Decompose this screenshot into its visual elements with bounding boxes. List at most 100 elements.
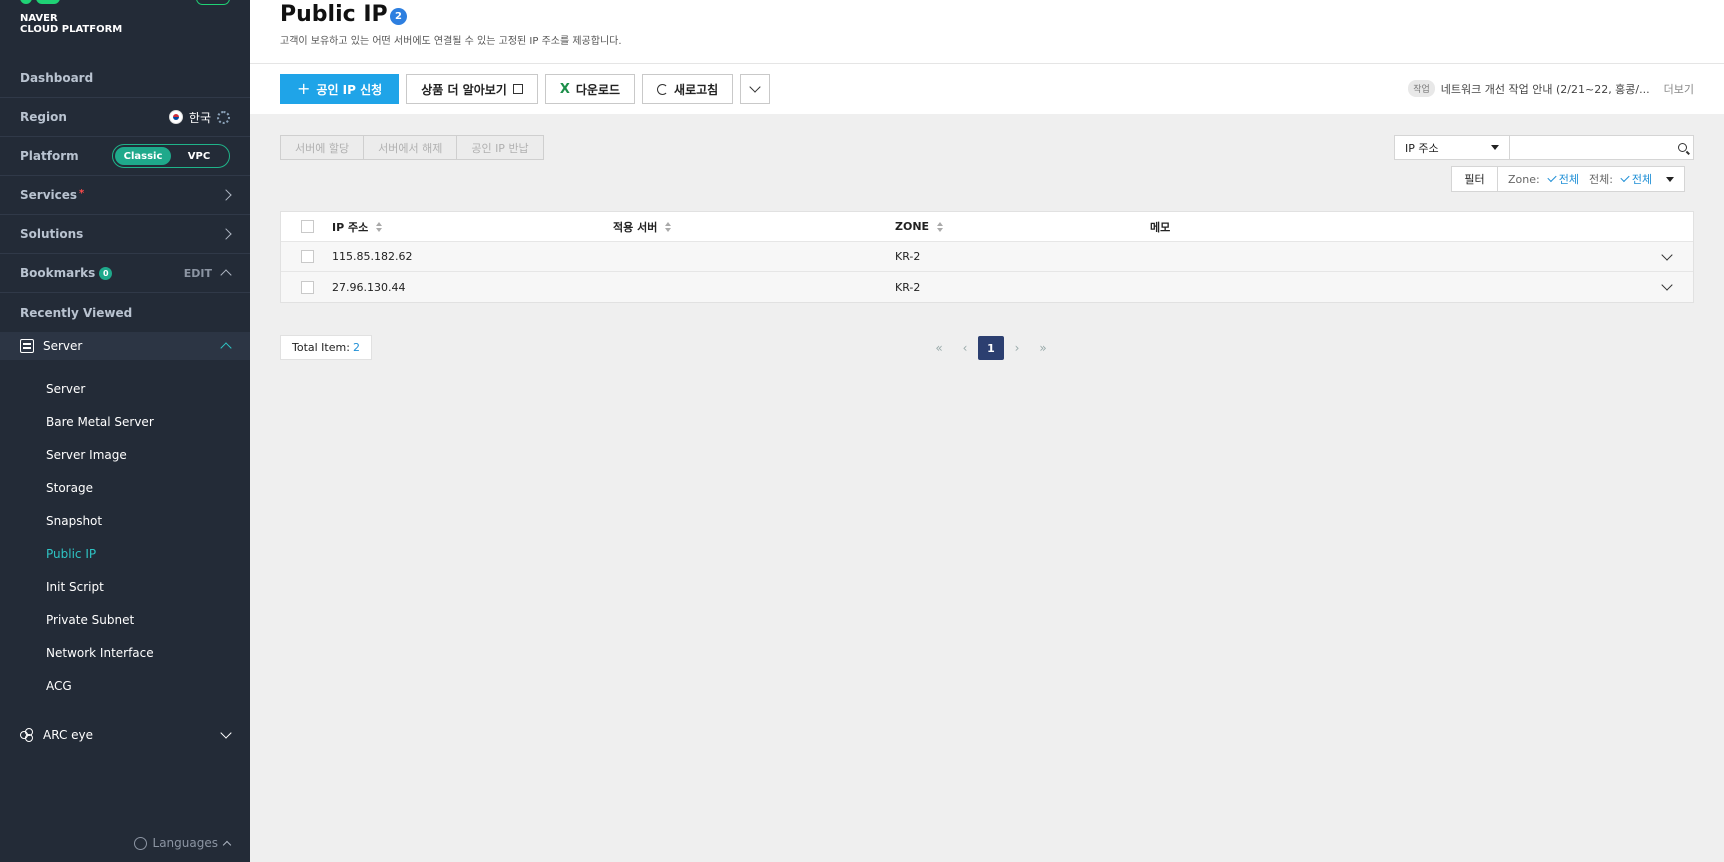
sidebar-item-private-subnet[interactable]: Private Subnet [46, 613, 134, 627]
nav-bookmarks-label: Bookmarks [20, 266, 96, 280]
public-ip-table: IP 주소 적용 서버 ZONE 메모 115.85.182.62 KR-2 2… [280, 211, 1694, 303]
prev-page-icon[interactable]: ‹ [952, 336, 978, 360]
notice-text[interactable]: 네트워크 개선 작업 안내 (2/21~22, 홍콩/... [1441, 81, 1650, 97]
plus-icon: + [297, 79, 311, 98]
logo-line-1: NAVER [20, 13, 58, 24]
page-description: 고객이 보유하고 있는 어떤 서버에도 연결될 수 있는 고정된 IP 주소를 … [280, 36, 622, 47]
chevron-up-icon[interactable] [220, 269, 232, 281]
header-divider [250, 63, 1724, 64]
notice-more-link[interactable]: 더보기 [1664, 81, 1694, 97]
chevron-down-icon [220, 727, 232, 739]
sidebar: NAVER CLOUD PLATFORM Dashboard Region 한국… [0, 0, 250, 862]
refresh-label: 새로고침 [674, 82, 719, 97]
nav-server-group-label: Server [43, 339, 83, 353]
gear-icon[interactable] [217, 110, 230, 124]
nav-services[interactable]: Services * [0, 176, 250, 215]
search-icon[interactable] [1671, 136, 1693, 159]
filter-bar: 필터 Zone: 전체 전체: 전체 [1451, 166, 1686, 192]
zone-filter-label: Zone: [1508, 172, 1540, 186]
filter-button[interactable]: 필터 [1452, 167, 1498, 191]
nav-arc-eye[interactable]: ARC eye [0, 720, 250, 750]
logo-badge-icon [196, 0, 230, 5]
release-from-server-button[interactable]: 서버에서 해제 [363, 135, 458, 160]
column-header-zone[interactable]: ZONE [895, 220, 944, 233]
bookmarks-count-badge: 0 [99, 267, 113, 280]
platform-option-classic[interactable]: Classic [115, 147, 171, 165]
sort-icon [937, 221, 944, 232]
refresh-icon [657, 83, 669, 95]
table-header-row: IP 주소 적용 서버 ZONE 메모 [281, 212, 1693, 242]
total-items-label: Total Item: [292, 341, 350, 354]
row-checkbox[interactable] [301, 280, 314, 294]
cell-zone: KR-2 [895, 280, 921, 294]
nav-bookmarks[interactable]: Bookmarks 0 EDIT [0, 254, 250, 293]
sidebar-item-snapshot[interactable]: Snapshot [46, 514, 102, 528]
nav-recently-viewed[interactable]: Recently Viewed [0, 293, 250, 332]
platform-toggle[interactable]: Classic VPC [112, 144, 230, 168]
total-items: Total Item: 2 [280, 335, 372, 360]
chevron-right-icon [220, 189, 232, 201]
column-header-ip[interactable]: IP 주소 [332, 219, 383, 235]
nav-services-label: Services [20, 188, 78, 202]
more-options-button[interactable] [740, 74, 771, 104]
notice-banner[interactable]: 작업 네트워크 개선 작업 안내 (2/21~22, 홍콩/... 더보기 [1408, 80, 1694, 97]
sidebar-item-public-ip[interactable]: Public IP [46, 547, 96, 561]
apply-public-ip-label: 공인 IP 신청 [316, 82, 383, 97]
sidebar-item-bare-metal-server[interactable]: Bare Metal Server [46, 415, 154, 429]
search-input[interactable] [1510, 136, 1672, 159]
platform-option-vpc[interactable]: VPC [171, 147, 227, 165]
nav-region[interactable]: Region 한국 [0, 98, 250, 137]
nav-recently-viewed-label: Recently Viewed [20, 305, 133, 320]
nav-solutions[interactable]: Solutions [0, 215, 250, 254]
caret-down-icon [1491, 145, 1500, 150]
chevron-right-icon [220, 228, 232, 240]
external-link-icon [512, 84, 523, 94]
page-number[interactable]: 1 [978, 336, 1004, 360]
select-all-checkbox[interactable] [301, 220, 314, 233]
return-public-ip-button[interactable]: 공인 IP 반납 [456, 135, 544, 160]
sort-icon [665, 221, 672, 232]
sidebar-item-storage[interactable]: Storage [46, 481, 93, 495]
zone-filter-value: 전체 [1558, 173, 1579, 186]
filter-summary[interactable]: Zone: 전체 전체: 전체 [1498, 167, 1684, 191]
table-row[interactable]: 27.96.130.44 KR-2 [281, 272, 1693, 302]
cell-ip: 27.96.130.44 [332, 280, 406, 294]
nav-solutions-label: Solutions [20, 227, 84, 241]
page-title: Public IP [280, 2, 388, 27]
row-checkbox[interactable] [301, 250, 314, 263]
assign-to-server-button[interactable]: 서버에 할당 [280, 135, 365, 160]
nav-dashboard[interactable]: Dashboard [0, 59, 250, 98]
sidebar-item-network-interface[interactable]: Network Interface [46, 646, 154, 660]
apply-public-ip-button[interactable]: + 공인 IP 신청 [280, 74, 400, 104]
check-icon [1620, 172, 1630, 183]
bookmarks-edit-button[interactable]: EDIT [184, 267, 212, 280]
column-header-server[interactable]: 적용 서버 [613, 219, 672, 235]
notice-tag: 작업 [1408, 80, 1435, 97]
sidebar-item-acg[interactable]: ACG [46, 679, 72, 693]
toolbar: + 공인 IP 신청 상품 더 알아보기 X 다운로드 새로고침 [280, 74, 771, 104]
refresh-button[interactable]: 새로고침 [642, 74, 734, 104]
sidebar-item-server-image[interactable]: Server Image [46, 448, 127, 462]
last-page-icon[interactable]: » [1030, 336, 1056, 360]
languages-label: Languages [152, 836, 218, 850]
table-row[interactable]: 115.85.182.62 KR-2 [281, 242, 1693, 272]
sidebar-item-server[interactable]: Server [46, 382, 85, 396]
nav-platform-label: Platform [20, 149, 79, 163]
download-button[interactable]: X 다운로드 [544, 74, 636, 104]
languages-selector[interactable]: Languages [133, 836, 232, 850]
next-page-icon[interactable]: › [1004, 336, 1030, 360]
logo-line-2: CLOUD PLATFORM [20, 24, 123, 35]
expand-row-icon[interactable] [1661, 249, 1673, 261]
cell-ip: 115.85.182.62 [332, 250, 413, 263]
nav-server-group[interactable]: Server [0, 332, 250, 360]
learn-more-button[interactable]: 상품 더 알아보기 [406, 74, 538, 104]
expand-row-icon[interactable] [1661, 279, 1673, 291]
search-field-select[interactable]: IP 주소 [1395, 136, 1511, 159]
nav-dashboard-label: Dashboard [20, 71, 94, 85]
pagination: « ‹ 1 › » [926, 336, 1056, 360]
search-field-value: IP 주소 [1405, 141, 1439, 155]
sidebar-item-init-script[interactable]: Init Script [46, 580, 104, 594]
first-page-icon[interactable]: « [926, 336, 952, 360]
column-header-server-label: 적용 서버 [613, 220, 658, 234]
download-label: 다운로드 [575, 82, 621, 97]
